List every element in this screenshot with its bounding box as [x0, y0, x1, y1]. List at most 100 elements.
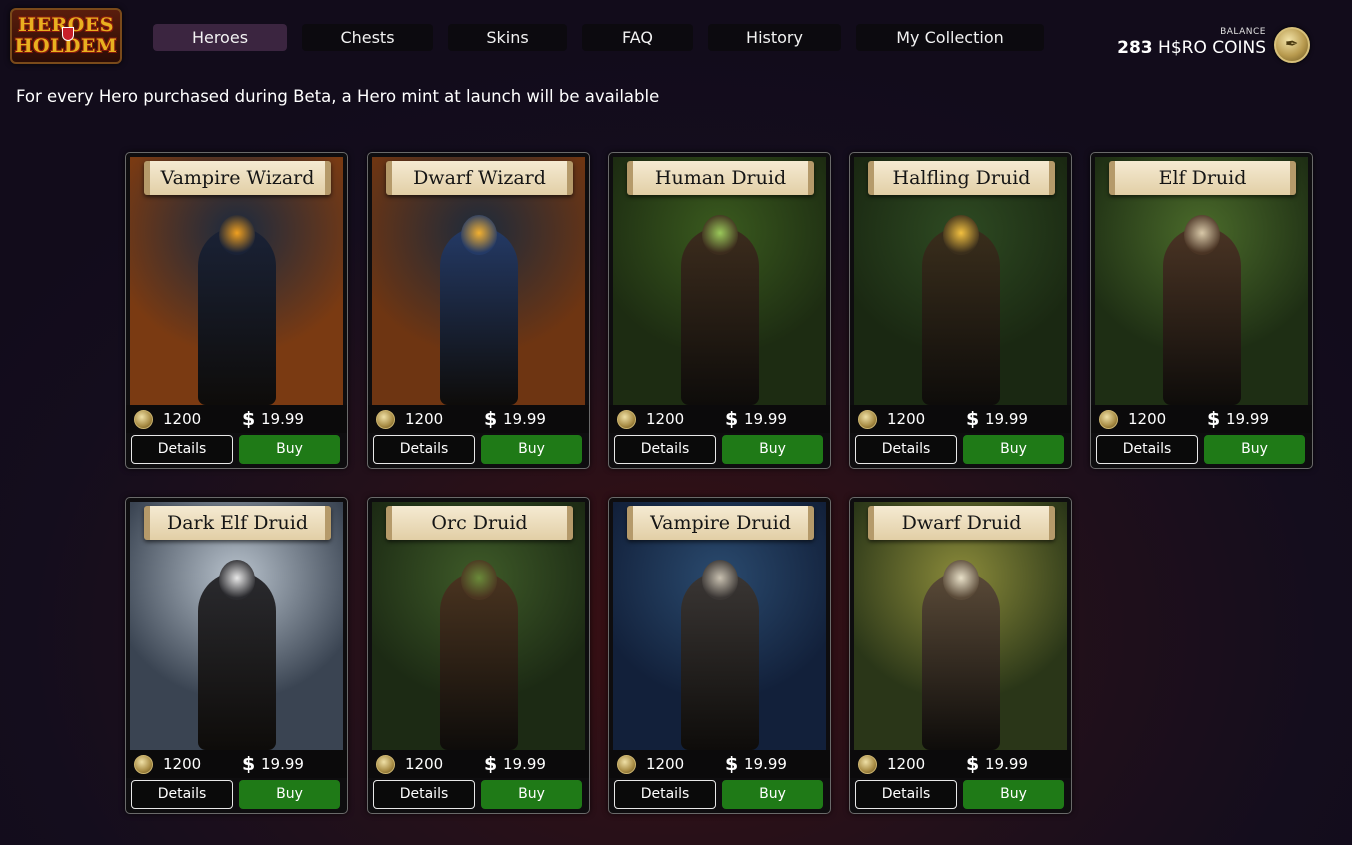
details-button[interactable]: Details [373, 780, 475, 809]
buy-button[interactable]: Buy [722, 435, 823, 464]
price-row: 1200 $ 19.99 [126, 750, 347, 778]
price-row: 1200 $ 19.99 [126, 405, 347, 433]
coin-icon [376, 410, 395, 429]
hero-head [943, 560, 979, 600]
usd-price: 19.99 [503, 410, 546, 428]
tab-chests[interactable]: Chests [302, 24, 433, 51]
hero-head [461, 215, 497, 255]
hero-title: Dwarf Wizard [413, 167, 546, 189]
hero-card[interactable]: Dwarf Wizard 1200 $ 19.99 Details Buy [367, 152, 590, 469]
usd-price: 19.99 [1226, 410, 1269, 428]
buy-button[interactable]: Buy [1204, 435, 1305, 464]
hero-card[interactable]: Vampire Druid 1200 $ 19.99 Details Buy [608, 497, 831, 814]
dollar-icon: $ [242, 753, 256, 775]
buy-button[interactable]: Buy [963, 435, 1064, 464]
hero-card[interactable]: Vampire Wizard 1200 $ 19.99 Details Buy [125, 152, 348, 469]
hero-head [219, 560, 255, 600]
hero-title: Elf Druid [1158, 167, 1247, 189]
title-scroll: Dwarf Wizard [386, 161, 573, 195]
usd-price: 19.99 [503, 755, 546, 773]
details-button[interactable]: Details [614, 435, 716, 464]
buy-button[interactable]: Buy [239, 435, 340, 464]
hero-artwork: Dark Elf Druid [130, 502, 343, 750]
hero-card[interactable]: Dwarf Druid 1200 $ 19.99 Details Buy [849, 497, 1072, 814]
hero-head [702, 215, 738, 255]
hero-card[interactable]: Halfling Druid 1200 $ 19.99 Details Buy [849, 152, 1072, 469]
hero-title: Vampire Wizard [160, 167, 315, 189]
hero-artwork: Elf Druid [1095, 157, 1308, 405]
hero-card[interactable]: Human Druid 1200 $ 19.99 Details Buy [608, 152, 831, 469]
hero-head [219, 215, 255, 255]
coin-price: 1200 [887, 410, 926, 428]
price-row: 1200 $ 19.99 [609, 405, 830, 433]
title-scroll: Vampire Druid [627, 506, 814, 540]
buy-button[interactable]: Buy [239, 780, 340, 809]
details-button[interactable]: Details [614, 780, 716, 809]
details-button[interactable]: Details [855, 780, 957, 809]
dollar-icon: $ [1207, 408, 1221, 430]
tab-heroes[interactable]: Heroes [153, 24, 287, 51]
coin-price: 1200 [405, 410, 444, 428]
tab-faq[interactable]: FAQ [582, 24, 693, 51]
buy-button[interactable]: Buy [963, 780, 1064, 809]
details-button[interactable]: Details [855, 435, 957, 464]
coin-icon [1274, 27, 1310, 63]
balance-display: BALANCE 283 H$RO COINS [1117, 27, 1310, 63]
hero-title: Orc Druid [431, 512, 528, 534]
hero-head [702, 560, 738, 600]
price-row: 1200 $ 19.99 [850, 405, 1071, 433]
coin-icon [617, 410, 636, 429]
details-button[interactable]: Details [1096, 435, 1198, 464]
price-row: 1200 $ 19.99 [850, 750, 1071, 778]
logo[interactable]: HEROES HOLDEM [10, 8, 122, 64]
usd-price: 19.99 [261, 755, 304, 773]
price-row: 1200 $ 19.99 [368, 750, 589, 778]
dollar-icon: $ [484, 408, 498, 430]
shield-icon [62, 27, 74, 41]
buy-button[interactable]: Buy [722, 780, 823, 809]
hero-card[interactable]: Dark Elf Druid 1200 $ 19.99 Details Buy [125, 497, 348, 814]
usd-price: 19.99 [985, 755, 1028, 773]
hero-card[interactable]: Orc Druid 1200 $ 19.99 Details Buy [367, 497, 590, 814]
buy-button[interactable]: Buy [481, 780, 582, 809]
usd-price: 19.99 [744, 755, 787, 773]
hero-artwork: Vampire Druid [613, 502, 826, 750]
details-button[interactable]: Details [131, 435, 233, 464]
hero-title: Halfling Druid [892, 167, 1031, 189]
hero-title: Dwarf Druid [901, 512, 1022, 534]
coin-price: 1200 [163, 755, 202, 773]
dollar-icon: $ [966, 753, 980, 775]
coin-icon [858, 755, 877, 774]
hero-artwork: Human Druid [613, 157, 826, 405]
coin-icon [134, 410, 153, 429]
coin-icon [858, 410, 877, 429]
hero-title: Vampire Druid [650, 512, 791, 534]
price-row: 1200 $ 19.99 [609, 750, 830, 778]
title-scroll: Vampire Wizard [144, 161, 331, 195]
hero-artwork: Halfling Druid [854, 157, 1067, 405]
dollar-icon: $ [484, 753, 498, 775]
coin-icon [376, 755, 395, 774]
tab-history[interactable]: History [708, 24, 841, 51]
coin-icon [134, 755, 153, 774]
hero-card[interactable]: Elf Druid 1200 $ 19.99 Details Buy [1090, 152, 1313, 469]
coin-icon [617, 755, 636, 774]
details-button[interactable]: Details [131, 780, 233, 809]
hero-head [461, 560, 497, 600]
coin-icon [1099, 410, 1118, 429]
hero-artwork: Dwarf Druid [854, 502, 1067, 750]
coin-price: 1200 [163, 410, 202, 428]
tab-skins[interactable]: Skins [448, 24, 567, 51]
tab-my-collection[interactable]: My Collection [856, 24, 1044, 51]
title-scroll: Human Druid [627, 161, 814, 195]
coin-price: 1200 [646, 755, 685, 773]
hero-artwork: Orc Druid [372, 502, 585, 750]
balance-currency: H$RO COINS [1158, 38, 1266, 58]
usd-price: 19.99 [985, 410, 1028, 428]
balance-caption: BALANCE [1220, 27, 1266, 37]
hero-head [1184, 215, 1220, 255]
buy-button[interactable]: Buy [481, 435, 582, 464]
dollar-icon: $ [725, 753, 739, 775]
coin-price: 1200 [1128, 410, 1167, 428]
details-button[interactable]: Details [373, 435, 475, 464]
